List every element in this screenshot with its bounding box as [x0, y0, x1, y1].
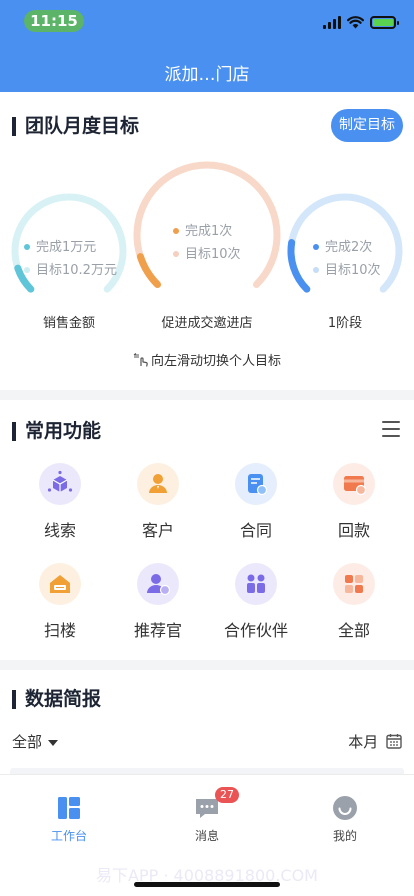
team-goals-card: 团队月度目标 制定目标 完成1万元 目标10.2万元 销售金额 完成1次 目标1…: [0, 92, 414, 390]
gauge-progress-arc: [287, 239, 311, 293]
tab-profile[interactable]: 我的: [285, 795, 405, 844]
function-customer[interactable]: 客户: [108, 463, 208, 541]
gauge-progress-arc: [136, 253, 161, 288]
data-report-card: 数据简报 全部 本月: [0, 670, 414, 774]
payment-icon: [333, 463, 375, 505]
common-functions-title: 常用功能: [12, 422, 101, 441]
function-label: 线索: [43, 521, 76, 540]
function-partner[interactable]: 合作伙伴: [206, 563, 306, 641]
clue-icon: [39, 463, 81, 505]
swipe-hint: 向左滑动切换个人目标: [0, 350, 414, 369]
done-dot: [173, 227, 179, 234]
gauge-done-text: 完成2次: [325, 240, 373, 255]
data-report-title: 数据简报: [12, 690, 101, 709]
all-apps-icon: [333, 563, 375, 605]
store-name-title[interactable]: 派加…门店: [0, 60, 414, 85]
status-time: 11:15: [24, 10, 84, 32]
customer-icon: [137, 463, 179, 505]
gauge-stage-1[interactable]: 完成2次 目标10次: [286, 192, 404, 310]
tab-label: 消息: [194, 829, 219, 843]
caret-down-icon: [48, 739, 59, 746]
function-label: 扫楼: [43, 621, 76, 640]
function-referrer[interactable]: 推荐官: [108, 563, 208, 641]
contract-icon: [235, 463, 277, 505]
period-filter-dropdown[interactable]: 本月: [348, 731, 402, 752]
function-sweep-building[interactable]: 扫楼: [10, 563, 110, 641]
function-label: 合同: [239, 521, 272, 540]
profile-icon: [332, 795, 358, 821]
cellular-signal-icon: [323, 15, 341, 29]
function-label: 合作伙伴: [223, 621, 288, 640]
tab-label: 工作台: [50, 829, 87, 843]
function-label: 客户: [141, 521, 174, 540]
common-functions-card: 常用功能 线索 客户 合同 回款 扫楼 推荐官 合作伙伴 全部: [0, 400, 414, 660]
app-header: 11:15 派加…门店: [0, 0, 414, 92]
sweep-building-icon: [39, 563, 81, 605]
function-label: 全部: [337, 621, 370, 640]
target-dot: [24, 266, 30, 273]
function-label: 推荐官: [133, 621, 182, 640]
battery-charging-icon: [370, 15, 399, 29]
gauge-target-text: 目标10.2万元: [36, 263, 117, 278]
set-goal-button[interactable]: 制定目标: [331, 109, 403, 142]
hamburger-menu-icon[interactable]: [382, 421, 400, 442]
gauge-target-text: 目标10次: [325, 263, 381, 278]
team-goals-title: 团队月度目标: [12, 117, 139, 136]
gauge-store-visit-invites[interactable]: 完成1次 目标10次: [132, 160, 282, 310]
gauge-done-text: 完成1万元: [36, 240, 97, 255]
referrer-icon: [137, 563, 179, 605]
scope-filter-dropdown[interactable]: 全部: [12, 731, 59, 752]
swipe-hint-text: 向左滑动切换个人目标: [150, 354, 281, 369]
function-all[interactable]: 全部: [304, 563, 404, 641]
gauge-label-store-visit-invites: 促进成交邀进店: [161, 316, 253, 331]
tab-workbench[interactable]: 工作台: [9, 795, 129, 844]
message-icon: 27: [194, 787, 239, 821]
gauge-done-text: 完成1次: [185, 224, 233, 239]
gauge-target-text: 目标10次: [185, 247, 241, 262]
gauge-info: 完成1万元 目标10.2万元: [24, 236, 117, 282]
gauge-info: 完成1次 目标10次: [173, 220, 241, 266]
done-dot: [24, 243, 30, 250]
gauge-info: 完成2次 目标10次: [313, 236, 381, 282]
swipe-hand-icon: [133, 353, 148, 367]
partner-icon: [235, 563, 277, 605]
status-bar: 11:15: [0, 0, 414, 44]
target-dot: [173, 250, 179, 257]
home-indicator[interactable]: [134, 882, 280, 887]
target-dot: [313, 266, 319, 273]
status-icons: [323, 14, 399, 30]
period-filter-value: 本月: [348, 733, 379, 751]
done-dot: [313, 243, 319, 250]
gauge-label-stage-1: 1阶段: [327, 316, 363, 331]
calendar-icon: [386, 734, 402, 749]
function-contract[interactable]: 合同: [206, 463, 306, 541]
gauge-sales-amount[interactable]: 完成1万元 目标10.2万元: [10, 192, 128, 310]
unread-badge: 27: [215, 787, 239, 803]
tab-messages[interactable]: 27 消息: [147, 787, 267, 844]
scope-filter-value: 全部: [12, 733, 43, 751]
function-label: 回款: [337, 521, 370, 540]
tab-label: 我的: [332, 829, 357, 843]
function-clue[interactable]: 线索: [10, 463, 110, 541]
function-payment[interactable]: 回款: [304, 463, 404, 541]
wifi-icon: [347, 15, 364, 28]
workbench-icon: [56, 795, 82, 821]
